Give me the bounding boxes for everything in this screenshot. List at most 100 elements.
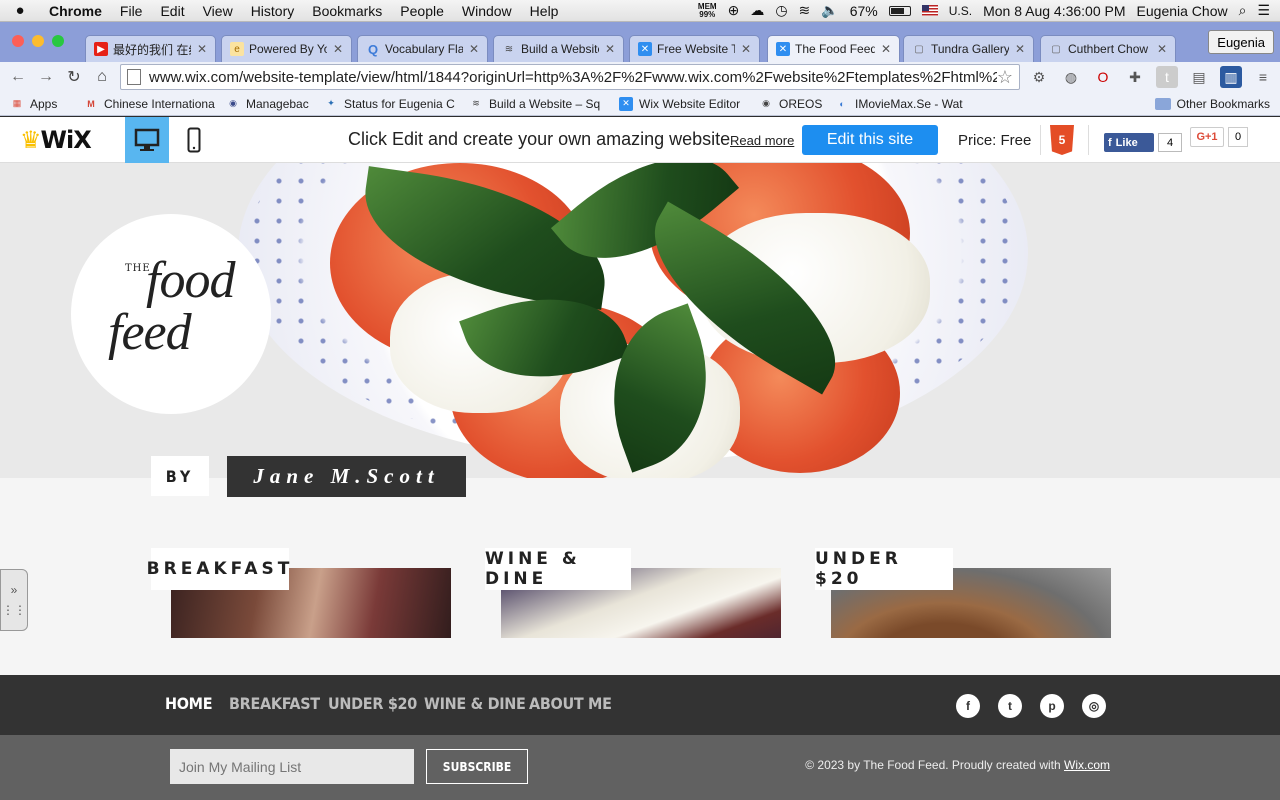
tab-8[interactable]: ▢ Cuthbert Chow ✕: [1040, 35, 1176, 62]
bookmark-wix-editor[interactable]: ✕ Wix Website Editor: [619, 96, 749, 111]
wix-crown-icon: ♛: [20, 126, 41, 154]
close-tab-icon[interactable]: ✕: [197, 42, 207, 56]
minimize-window-button[interactable]: [32, 35, 44, 47]
home-icon[interactable]: ⌂: [88, 68, 116, 86]
menu-bookmarks[interactable]: Bookmarks: [303, 3, 391, 19]
close-window-button[interactable]: [12, 35, 24, 47]
pinterest-icon[interactable]: p: [1040, 694, 1064, 718]
tab-5[interactable]: ✕ Free Website Te ✕: [629, 35, 760, 62]
menu-history[interactable]: History: [242, 3, 304, 19]
menu-people[interactable]: People: [391, 3, 453, 19]
close-tab-icon[interactable]: ✕: [881, 42, 891, 56]
flag-icon[interactable]: [921, 5, 938, 16]
bookmark-apps[interactable]: ▦ Apps: [10, 97, 74, 111]
facebook-like-button[interactable]: f Like: [1104, 133, 1154, 152]
tab-3[interactable]: Q Vocabulary Flas ✕: [357, 35, 488, 62]
extension-coins-icon[interactable]: ◍: [1060, 66, 1082, 88]
mobile-view-button[interactable]: [172, 117, 216, 163]
nav-about-me[interactable]: ABOUT ME: [529, 694, 612, 713]
wifi-icon[interactable]: ≋: [799, 2, 811, 19]
side-panel-handle[interactable]: » ⋮⋮: [0, 569, 28, 631]
address-url[interactable]: www.wix.com/website-template/view/html/1…: [149, 69, 997, 86]
facebook-icon[interactable]: f: [956, 694, 980, 718]
close-tab-icon[interactable]: ✕: [741, 42, 751, 56]
other-bookmarks[interactable]: Other Bookmarks: [1154, 97, 1270, 111]
nav-home[interactable]: HOME: [165, 694, 213, 713]
nav-wine-dine[interactable]: WINE & DINE: [424, 694, 526, 713]
bookmark-imoviemax[interactable]: ◐ IMovieMax.Se - Wat: [835, 97, 967, 111]
close-tab-icon[interactable]: ✕: [333, 42, 343, 56]
apple-icon[interactable]: ●: [0, 2, 40, 19]
wix-logo[interactable]: ♛WiX: [20, 126, 92, 154]
menu-file[interactable]: File: [111, 3, 152, 19]
author-name: Jane M.Scott: [227, 456, 466, 497]
google-plus-button[interactable]: G+1: [1190, 127, 1224, 147]
close-tab-icon[interactable]: ✕: [1157, 42, 1167, 56]
twitter-icon[interactable]: t: [998, 694, 1022, 718]
subscribe-button[interactable]: SUBSCRIBE: [426, 749, 528, 784]
close-tab-icon[interactable]: ✕: [1015, 42, 1025, 56]
zoom-window-button[interactable]: [52, 35, 64, 47]
nav-under-20[interactable]: UNDER $20: [328, 694, 417, 713]
profile-button[interactable]: Eugenia: [1208, 30, 1274, 54]
forward-icon[interactable]: →: [32, 68, 60, 86]
page-info-icon[interactable]: [127, 69, 141, 85]
edit-this-site-button[interactable]: Edit this site: [802, 125, 938, 155]
managebac-icon: ◉: [229, 98, 237, 108]
menu-app-name[interactable]: Chrome: [40, 3, 111, 19]
tab-4[interactable]: ≋ Build a Website ✕: [493, 35, 624, 62]
tab-6-active[interactable]: ✕ The Food Feed ✕: [767, 35, 900, 62]
wix-link[interactable]: Wix.com: [1064, 758, 1110, 772]
bookmark-oreos[interactable]: ◉ OREOS: [759, 97, 825, 111]
menubar-clock[interactable]: Mon 8 Aug 4:36:00 PM: [983, 3, 1125, 19]
chrome-menu-icon[interactable]: ≡: [1252, 66, 1274, 88]
extension-cloud-icon[interactable]: ▤: [1188, 66, 1210, 88]
reload-icon[interactable]: ↻: [60, 67, 88, 87]
bookmark-label: IMovieMax.Se - Wat: [855, 96, 963, 111]
tab-2[interactable]: e Powered By You ✕: [221, 35, 352, 62]
tab-strip: ▶ 最好的我们 在线 ✕ e Powered By You ✕ Q Vocabula…: [0, 22, 1280, 78]
time-machine-icon[interactable]: ◷: [775, 2, 787, 19]
back-icon[interactable]: ←: [4, 68, 32, 86]
wix-icon: ✕: [619, 96, 633, 111]
squarespace-icon: ≋: [472, 98, 480, 108]
category-wine-dine-label[interactable]: WINE & DINE: [485, 548, 631, 590]
opera-extension-icon[interactable]: O: [1092, 66, 1114, 88]
cloud-icon[interactable]: ☁: [750, 2, 764, 19]
bookmark-chinese[interactable]: M Chinese Internationa: [84, 97, 216, 111]
volume-icon[interactable]: 🔈: [821, 2, 838, 19]
close-tab-icon[interactable]: ✕: [605, 42, 615, 56]
battery-icon[interactable]: [888, 5, 911, 16]
desktop-view-button[interactable]: [125, 117, 169, 163]
extension-tumblr-icon[interactable]: t: [1156, 66, 1178, 88]
tab-7[interactable]: ▢ Tundra Gallery ✕: [903, 35, 1034, 62]
menu-window[interactable]: Window: [453, 3, 521, 19]
read-more-link[interactable]: Read more: [730, 133, 794, 148]
extension-book-icon[interactable]: ▥: [1220, 66, 1242, 88]
tab-1[interactable]: ▶ 最好的我们 在线 ✕: [85, 35, 216, 62]
instagram-icon[interactable]: ◎: [1082, 694, 1106, 718]
category-breakfast-label[interactable]: BREAKFAST: [147, 548, 289, 590]
settings-gear-icon[interactable]: ⚙: [1028, 66, 1050, 88]
gamepad-icon[interactable]: ⊕: [728, 2, 740, 19]
bookmark-status[interactable]: ✦ Status for Eugenia C: [324, 97, 459, 111]
nav-breakfast[interactable]: BREAKFAST: [229, 694, 320, 713]
tab-title: Build a Website: [521, 42, 599, 56]
menu-help[interactable]: Help: [521, 3, 568, 19]
input-source[interactable]: U.S.: [949, 4, 972, 18]
bookmark-squarespace[interactable]: ≋ Build a Website – Sq: [469, 97, 609, 111]
bookmark-managebac[interactable]: ◉ Managebac: [226, 97, 314, 111]
category-under-20-label[interactable]: UNDER $20: [815, 548, 953, 590]
memory-indicator[interactable]: MEM 99%: [698, 2, 717, 19]
address-bar[interactable]: www.wix.com/website-template/view/html/1…: [120, 64, 1020, 90]
menubar-user[interactable]: Eugenia Chow: [1137, 3, 1228, 19]
battery-percent[interactable]: 67%: [850, 3, 878, 19]
spotlight-search-icon[interactable]: ⌕: [1239, 2, 1247, 19]
mailing-list-input[interactable]: [170, 749, 414, 784]
extension-puzzle-icon[interactable]: ✚: [1124, 66, 1146, 88]
menu-edit[interactable]: Edit: [151, 3, 193, 19]
notification-center-icon[interactable]: ☰: [1257, 2, 1270, 19]
menu-view[interactable]: View: [194, 3, 242, 19]
close-tab-icon[interactable]: ✕: [469, 42, 479, 56]
bookmark-star-icon[interactable]: ☆: [997, 67, 1019, 88]
